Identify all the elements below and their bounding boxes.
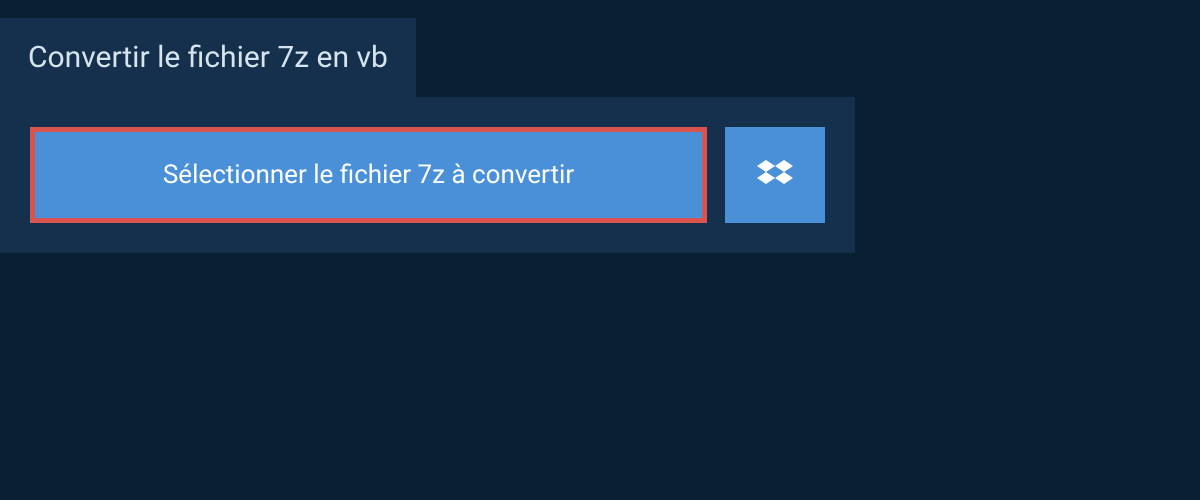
dropbox-icon (757, 157, 793, 193)
dropbox-button[interactable] (725, 127, 825, 223)
upload-panel: Sélectionner le fichier 7z à convertir (0, 97, 855, 253)
select-file-button[interactable]: Sélectionner le fichier 7z à convertir (30, 127, 707, 223)
tab-header: Convertir le fichier 7z en vb (0, 18, 416, 97)
page-title: Convertir le fichier 7z en vb (28, 40, 388, 75)
